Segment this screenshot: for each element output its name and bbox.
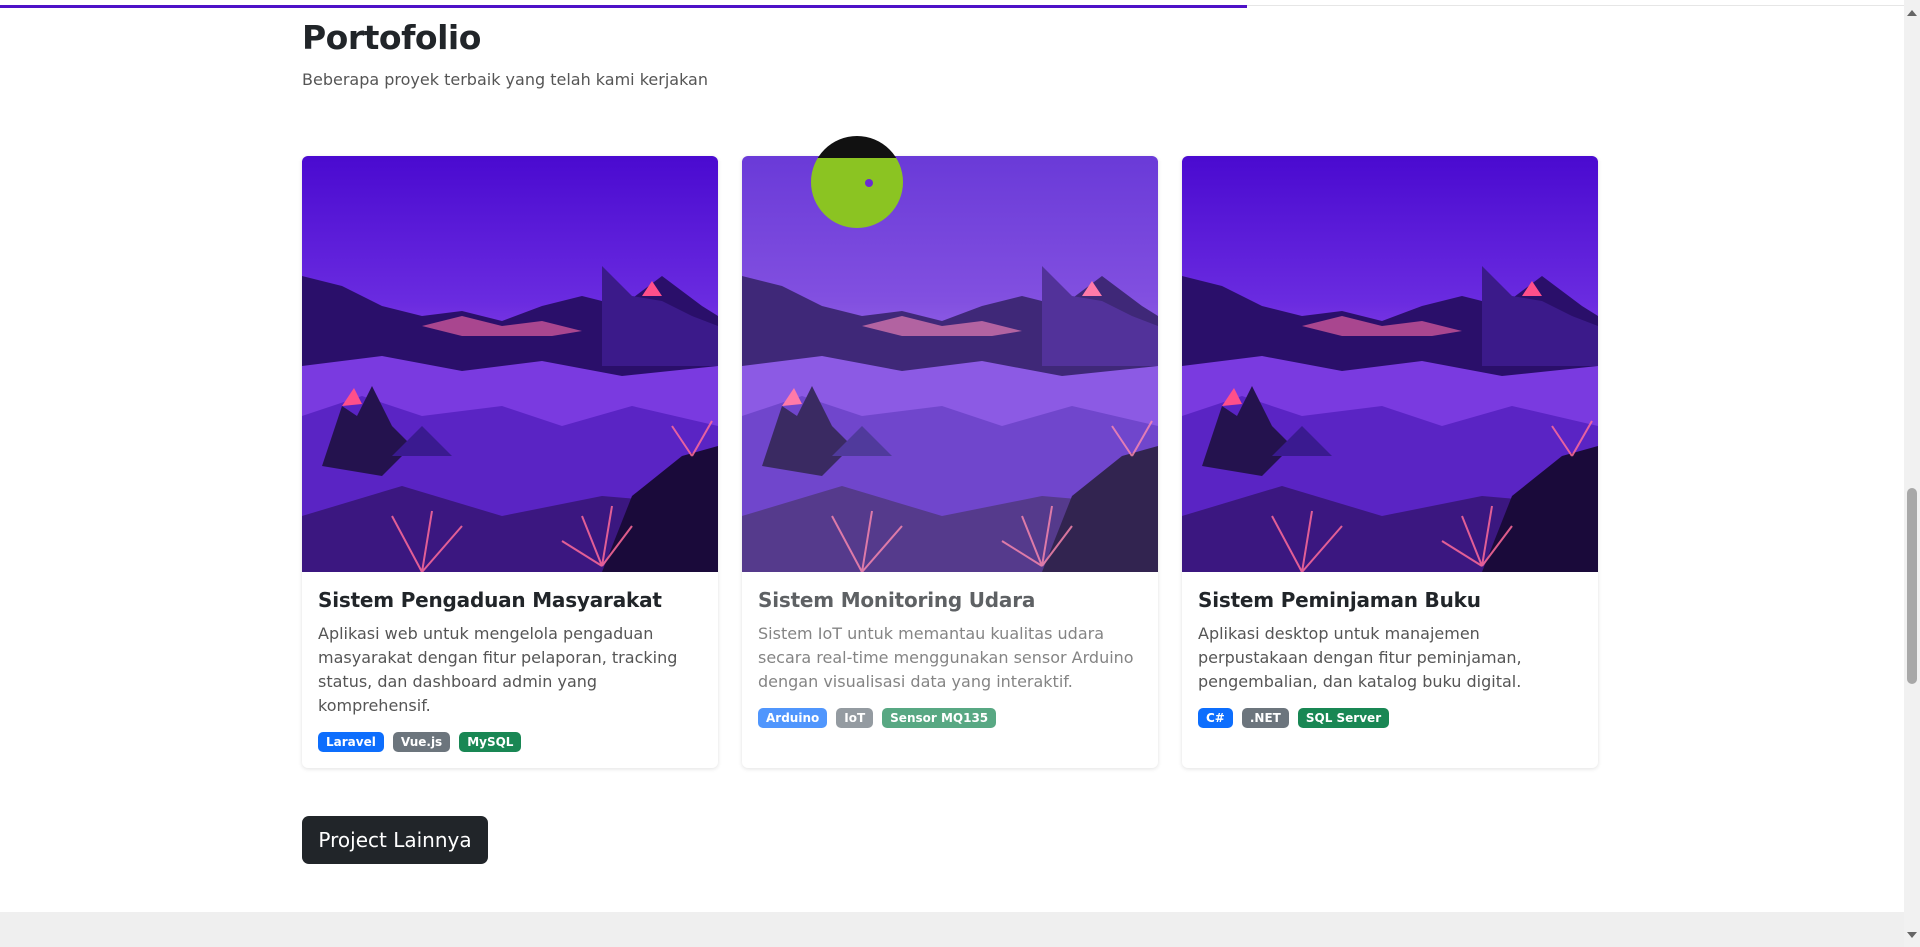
card-title: Sistem Monitoring Udara — [758, 588, 1036, 612]
tech-tag: Arduino — [758, 708, 828, 728]
project-image — [1182, 156, 1598, 572]
cursor-dot — [865, 179, 873, 187]
tech-tag: C# — [1198, 708, 1233, 728]
landscape-illustration — [302, 156, 718, 572]
tech-tag: MySQL — [459, 732, 522, 752]
scrollbar-thumb[interactable] — [1907, 488, 1917, 684]
card-title: Sistem Peminjaman Buku — [1198, 588, 1481, 612]
page-subtitle: Beberapa proyek terbaik yang telah kami … — [302, 70, 708, 89]
tech-tag: Vue.js — [392, 732, 451, 752]
project-image — [302, 156, 718, 572]
scroll-up-arrow-icon[interactable] — [1907, 10, 1917, 16]
card-description: Aplikasi web untuk mengelola pengaduan m… — [318, 624, 678, 715]
project-image — [742, 156, 1158, 572]
footer-section — [0, 912, 1904, 947]
page-title: Portofolio — [302, 18, 481, 57]
card-title: Sistem Pengaduan Masyarakat — [318, 588, 662, 612]
card-body: Sistem Pengaduan Masyarakat Aplikasi web… — [302, 572, 718, 768]
card-description: Sistem IoT untuk memantau kualitas udara… — [758, 624, 1134, 691]
tech-tag: SQL Server — [1297, 708, 1390, 728]
tech-tag: Laravel — [318, 732, 384, 752]
landscape-illustration — [742, 156, 1158, 572]
portfolio-cards: Sistem Pengaduan Masyarakat Aplikasi web… — [302, 156, 1598, 768]
page-scrollbar[interactable] — [1904, 0, 1920, 947]
custom-cursor — [811, 136, 903, 228]
scroll-progress-bar — [0, 5, 1247, 8]
landscape-illustration — [1182, 156, 1598, 572]
scroll-down-arrow-icon[interactable] — [1907, 932, 1917, 938]
header-divider — [1247, 5, 1904, 6]
tech-tag: IoT — [836, 708, 874, 728]
portfolio-card[interactable]: Sistem Peminjaman Buku Aplikasi desktop … — [1182, 156, 1598, 768]
tech-tag: .NET — [1241, 708, 1289, 728]
more-projects-button[interactable]: Project Lainnya — [302, 816, 488, 864]
tech-tag: Sensor MQ135 — [882, 708, 997, 728]
tech-tags: C# .NET SQL Server — [1198, 708, 1582, 728]
portfolio-card[interactable]: Sistem Pengaduan Masyarakat Aplikasi web… — [302, 156, 718, 768]
tech-tags: Arduino IoT Sensor MQ135 — [758, 708, 1142, 728]
card-body: Sistem Monitoring Udara Sistem IoT untuk… — [742, 572, 1158, 746]
portfolio-card[interactable]: Sistem Monitoring Udara Sistem IoT untuk… — [742, 156, 1158, 768]
card-description: Aplikasi desktop untuk manajemen perpust… — [1198, 624, 1522, 691]
card-body: Sistem Peminjaman Buku Aplikasi desktop … — [1182, 572, 1598, 746]
tech-tags: Laravel Vue.js MySQL — [318, 732, 702, 752]
